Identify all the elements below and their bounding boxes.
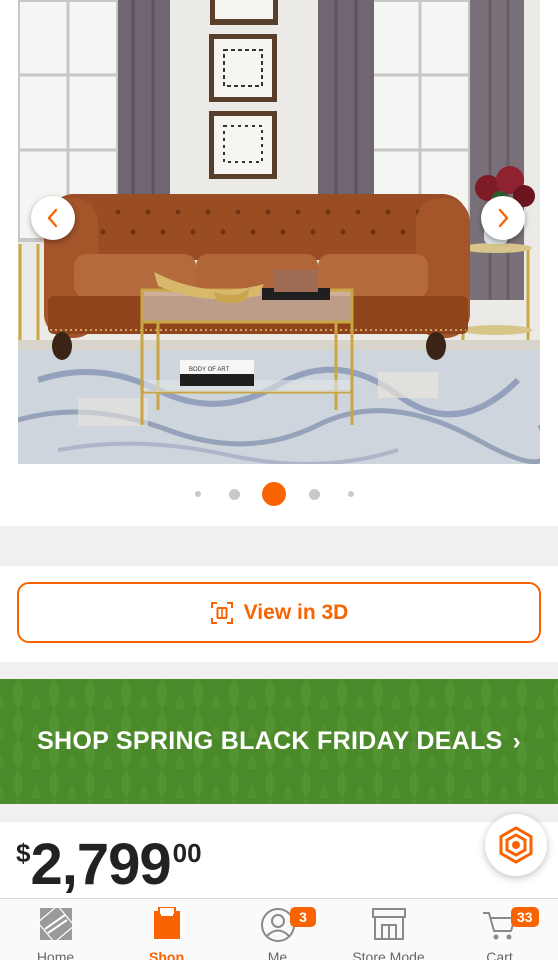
- price-dollars: 2,799: [30, 832, 171, 897]
- tab-label: Shop: [149, 949, 184, 960]
- view-in-3d-button[interactable]: View in 3D: [17, 582, 541, 643]
- chevron-right-icon: ›: [512, 727, 521, 755]
- me-badge: 3: [290, 907, 316, 927]
- carousel-dot-3-active[interactable]: [262, 482, 286, 506]
- shop-bag-icon: [153, 907, 180, 939]
- product-price: $ 2,799 00: [16, 834, 202, 896]
- tab-home[interactable]: Home: [0, 899, 111, 960]
- 3d-view-icon: [210, 601, 233, 624]
- carousel-next-button[interactable]: [481, 196, 525, 240]
- help-button[interactable]: [485, 814, 547, 876]
- section-divider: [0, 662, 558, 679]
- section-divider: [0, 526, 558, 566]
- product-page: BODY OF ART View in 3D SHOP SPRING BLACK…: [0, 0, 558, 960]
- promo-banner[interactable]: SHOP SPRING BLACK FRIDAY DEALS ›: [0, 679, 558, 804]
- product-photo: BODY OF ART: [18, 0, 540, 464]
- carousel-dot-1[interactable]: [195, 491, 201, 497]
- book-title: BODY OF ART: [189, 367, 229, 373]
- promo-banner-text: SHOP SPRING BLACK FRIDAY DEALS: [37, 727, 503, 755]
- home-depot-logo-icon: [38, 907, 73, 941]
- carousel-pagination: [0, 482, 558, 506]
- carousel-dot-2[interactable]: [229, 488, 240, 500]
- price-cents: 00: [172, 838, 202, 868]
- tab-label: Home: [36, 949, 75, 960]
- chevron-right-icon: [498, 208, 509, 228]
- tab-label: Cart: [486, 949, 513, 960]
- section-divider: [0, 804, 558, 822]
- price-currency: $: [16, 838, 31, 868]
- store-icon: [371, 908, 406, 940]
- product-image-carousel[interactable]: BODY OF ART: [0, 0, 558, 526]
- help-hexagon-icon: [499, 826, 533, 864]
- chevron-left-icon: [47, 208, 58, 228]
- tab-label: Store Mode: [352, 949, 425, 960]
- tab-label: Me: [267, 949, 288, 960]
- carousel-dot-5[interactable]: [348, 491, 354, 497]
- carousel-prev-button[interactable]: [31, 196, 75, 240]
- view-in-3d-section: View in 3D: [0, 566, 558, 662]
- cart-badge: 33: [511, 907, 539, 927]
- tab-cart[interactable]: 33 Cart: [444, 899, 555, 960]
- carousel-dot-4[interactable]: [309, 488, 320, 500]
- bottom-tab-bar: Home Shop 3 Me Store Mode 33 Cart: [0, 898, 558, 960]
- promo-banner-text-row: SHOP SPRING BLACK FRIDAY DEALS ›: [0, 679, 558, 804]
- view-in-3d-label: View in 3D: [243, 600, 349, 624]
- tab-shop[interactable]: Shop: [111, 899, 222, 960]
- price-section: $ 2,799 00: [0, 822, 558, 898]
- tab-me[interactable]: 3 Me: [222, 899, 333, 960]
- tab-store-mode[interactable]: Store Mode: [333, 899, 444, 960]
